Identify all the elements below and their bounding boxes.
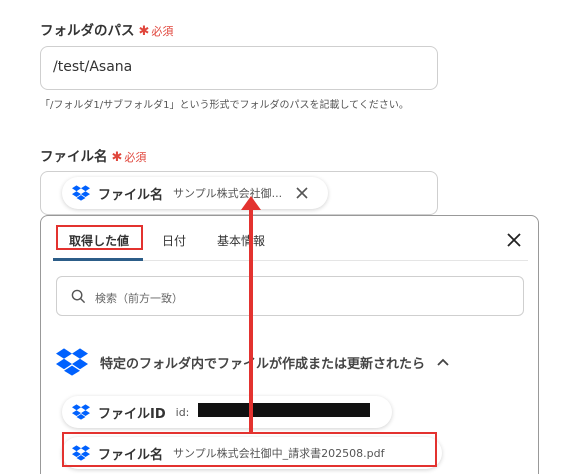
folder-path-input[interactable]: /test/Asana (40, 46, 438, 90)
close-icon[interactable] (506, 232, 522, 248)
remove-icon[interactable] (296, 187, 308, 199)
chevron-up-icon[interactable] (437, 358, 449, 366)
folder-path-value: /test/Asana (53, 59, 133, 75)
chip-value: サンプル株式会社御... (173, 187, 283, 200)
annotation-arrow (249, 208, 253, 434)
dropbox-icon (72, 404, 90, 420)
highlight-item-box (62, 432, 437, 467)
file-name-chip[interactable]: ファイル名 サンプル株式会社御... (62, 177, 328, 209)
value-chip-value: id: (175, 405, 190, 419)
search-input[interactable]: 検索（前方一致） (56, 276, 524, 316)
folder-path-help: 「/フォルダ1/サブフォルダ1」という形式でフォルダのパスを記載してください。 (40, 100, 409, 111)
required-mark: ✱ 必須 (111, 150, 147, 165)
file-name-label-text: ファイル名 (40, 149, 108, 165)
folder-path-label-text: フォルダのパス (40, 23, 135, 39)
search-placeholder: 検索（前方一致） (95, 292, 183, 305)
dropbox-icon (72, 185, 90, 201)
search-icon (71, 289, 86, 304)
file-name-label: ファイル名 ✱ 必須 (40, 145, 146, 165)
tab-basic-info[interactable]: 基本情報 (217, 232, 265, 249)
required-text: 必須 (151, 25, 174, 38)
chip-name: ファイル名 (98, 187, 164, 203)
dropbox-icon (56, 348, 88, 376)
highlight-tab-box (56, 225, 143, 250)
required-text: 必須 (124, 151, 147, 164)
required-mark: ✱ 必須 (138, 24, 174, 39)
value-chip-name: ファイルID (98, 406, 166, 422)
annotation-arrow-head (241, 196, 261, 210)
redacted-value (198, 403, 370, 417)
folder-path-label: フォルダのパス ✱ 必須 (40, 19, 173, 39)
tab-date[interactable]: 日付 (162, 232, 186, 249)
group-title: 特定のフォルダ内でファイルが作成または更新されたら (100, 356, 426, 372)
active-tab-underline (53, 258, 143, 261)
